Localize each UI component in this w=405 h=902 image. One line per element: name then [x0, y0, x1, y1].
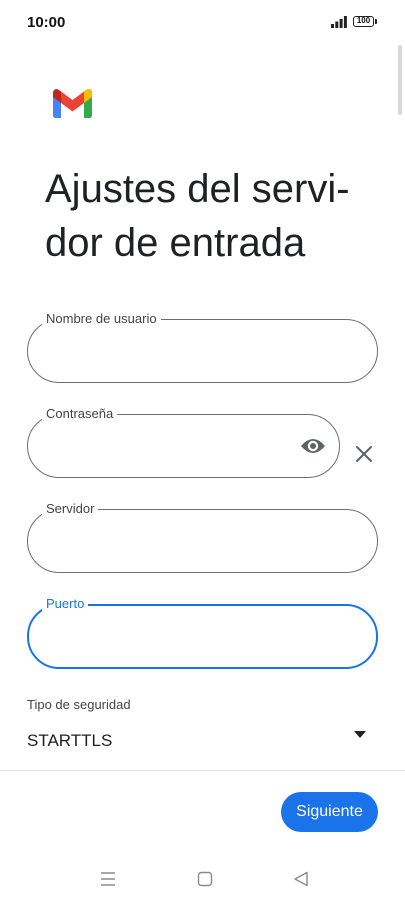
- security-type-select[interactable]: STARTTLS: [27, 731, 112, 751]
- menu-icon[interactable]: [99, 870, 117, 888]
- battery-icon: 100: [353, 16, 374, 27]
- username-label: Nombre de usuario: [42, 310, 161, 328]
- password-input[interactable]: [46, 431, 290, 463]
- signal-icon: [331, 16, 347, 28]
- dropdown-arrow-icon[interactable]: [354, 731, 366, 738]
- page-title-line2: dor de entrada: [45, 221, 306, 265]
- close-icon[interactable]: [355, 445, 373, 463]
- username-input[interactable]: [46, 336, 310, 368]
- page-title: Ajustes del servi- dor de entrada: [45, 162, 385, 270]
- footer-divider: [0, 770, 405, 771]
- port-field[interactable]: Puerto: [27, 595, 378, 669]
- navigation-bar: [0, 855, 405, 902]
- server-label: Servidor: [42, 500, 99, 518]
- port-input[interactable]: [47, 622, 311, 654]
- next-button[interactable]: Siguiente: [281, 792, 378, 832]
- server-input[interactable]: [46, 526, 310, 558]
- status-bar: 10:00 100: [0, 0, 405, 46]
- status-time: 10:00: [27, 14, 66, 31]
- security-type-label: Tipo de seguridad: [27, 697, 131, 712]
- home-icon[interactable]: [196, 870, 214, 888]
- password-label: Contraseña: [42, 405, 118, 423]
- scrollbar[interactable]: [398, 45, 402, 115]
- gmail-logo: [53, 89, 92, 118]
- port-label: Puerto: [42, 595, 89, 613]
- eye-icon[interactable]: [300, 436, 326, 456]
- password-field[interactable]: Contraseña: [27, 405, 340, 478]
- server-field[interactable]: Servidor: [27, 500, 378, 573]
- back-icon[interactable]: [292, 870, 310, 888]
- battery-cap: [375, 19, 377, 24]
- page-title-line1: Ajustes del servi-: [45, 167, 350, 211]
- username-field[interactable]: Nombre de usuario: [27, 310, 378, 383]
